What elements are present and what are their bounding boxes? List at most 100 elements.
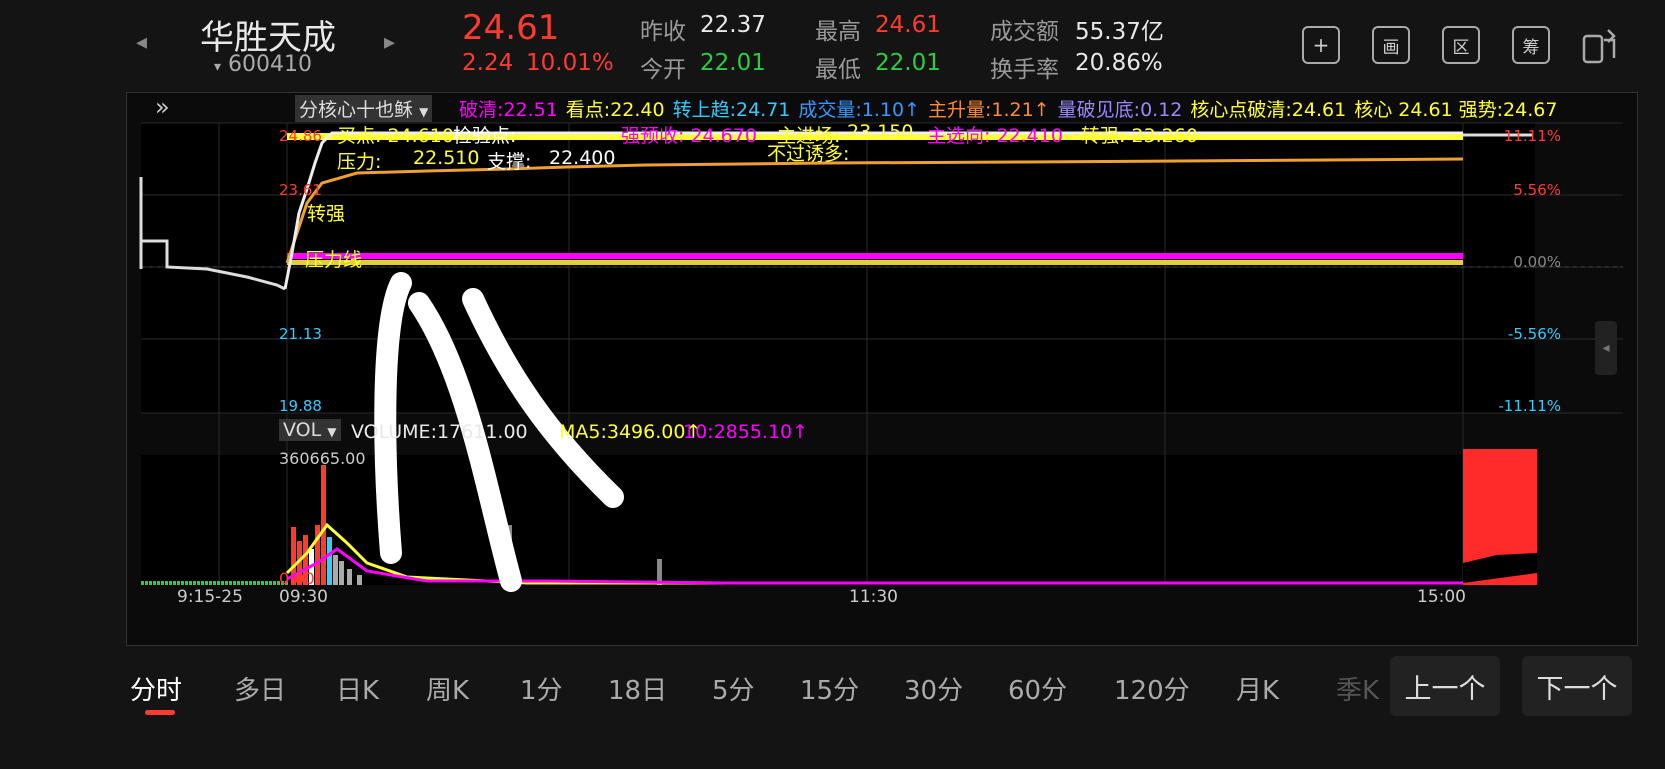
volume-bar [205,581,208,585]
side-collapse-handle[interactable]: ◂ [1595,321,1617,375]
chevron-left-icon: ◂ [1602,340,1610,356]
annotation-item: 强预收: 24.670 [621,125,757,147]
volume-bar [149,581,152,585]
volume-bar [253,581,256,585]
add-icon[interactable]: + [1302,26,1340,64]
time-label-open: 09:30 [279,587,328,607]
stat-value: 22.01 [700,50,766,76]
tab-0[interactable]: 分时 [130,670,182,707]
volume-bar [161,581,164,585]
price-tick-left: 23.61 [279,181,322,199]
tab-12[interactable]: 季K [1336,670,1379,707]
chips-icon[interactable]: 筹 [1512,26,1550,64]
volume-bar [153,581,156,585]
draw-icon[interactable]: 画 [1372,26,1410,64]
volume-bar [347,569,352,585]
volume-bar [185,581,188,585]
volume-panel-bg [141,455,1535,585]
annotation-item: 主选向: 22.410 [927,125,1063,147]
annotation-item: 检验点: [453,125,517,147]
volume-bar [177,581,180,585]
indicator-selector-label: 分核心十也稣 [299,99,414,121]
expand-indicators-icon[interactable]: » [155,93,170,121]
volume-bar [257,581,260,585]
tab-11[interactable]: 月K [1236,670,1279,707]
tab-8[interactable]: 30分 [904,670,963,707]
time-label-close: 15:00 [1417,587,1466,607]
volume-bar [169,581,172,585]
next-stock-arrow[interactable]: ▸ [384,30,395,55]
volume-bar [181,581,184,585]
annotation-item: 转强: 23.260 [1081,125,1198,147]
chart-panel[interactable]: » 分核心十也稣 ▼ 破清:22.51 看点:22.40 转上趋:24.71 成交量:… [126,92,1638,646]
stat-label: 换手率 [990,57,1059,83]
volume-value: VOLUME:17611.00 [351,421,528,443]
volume-bar [269,581,272,585]
stat-value: 22.01 [875,50,941,76]
volume-bar [265,581,268,585]
stat-value: 55.37亿 [1075,19,1164,45]
yellow-level-line [287,260,1463,265]
tab-2[interactable]: 日K [336,670,379,707]
switch-device-icon[interactable] [1580,26,1620,70]
indicator-item: 主升量:1.21↑ [928,99,1050,121]
tab-6[interactable]: 5分 [712,670,755,707]
volume-bar [237,581,240,585]
volume-bar [273,581,276,585]
volume-bar [327,537,332,585]
volume-selector[interactable]: VOL ▼ [279,419,341,441]
volume-bar [209,581,212,585]
indicator-selector[interactable]: 分核心十也稣 ▼ [295,95,433,122]
indicator-item: 量破见底:0.12 [1057,99,1183,121]
volume-bar [165,581,168,585]
indicator-item: 核心 24.61 强势:24.67 [1354,99,1558,121]
time-label-preopen: 9:15-25 [177,587,243,607]
annotation-item: 23.150 [847,121,914,143]
chevron-down-icon: ▼ [327,425,337,439]
volume-selector-label: VOL [283,419,322,441]
ma5-value: MA5:3496.00↑ [559,421,702,443]
annotation-item: 买点: 24.610 [337,125,454,147]
price-tick-left: 19.88 [279,397,322,415]
range-icon[interactable]: 区 [1442,26,1480,64]
volume-zero-label: 0.00 [279,569,315,588]
pct-tick-right: 0.00% [1513,253,1561,271]
volume-bar [333,555,338,585]
stat-label: 今开 [640,57,686,83]
volume-bar [201,581,204,585]
stat-value: 24.61 [875,12,941,38]
pressure-label: 压力: [337,151,382,173]
volume-bar [141,581,144,585]
stock-code[interactable]: ▾ 600410 [214,52,312,77]
stock-code-value: 600410 [228,52,313,77]
prev-stock-button[interactable]: 上一个 [1390,656,1500,716]
pct-tick-right: 11.11% [1503,127,1561,145]
tab-10[interactable]: 120分 [1114,670,1190,707]
tab-7[interactable]: 15分 [800,670,859,707]
tab-5[interactable]: 18日 [608,670,667,707]
pressure-line-label: 压力线 [305,249,363,271]
tab-3[interactable]: 周K [426,670,469,707]
volume-bar [213,581,216,585]
stat-value: 22.37 [700,12,766,38]
indicator-values: 破清:22.51 看点:22.40 转上趋:24.71 成交量:1.10↑ 主升量:1.… [459,95,1565,122]
tab-4[interactable]: 1分 [520,670,563,707]
price-change-pct: 10.01% [526,50,614,76]
volume-bar [241,581,244,585]
stat-label: 成交额 [990,19,1059,45]
volume-bar [249,581,252,585]
prev-stock-arrow[interactable]: ◂ [136,30,147,55]
not-trap-label: 不过诱多: [767,143,850,165]
volume-bar [357,575,362,585]
tab-9[interactable]: 60分 [1008,670,1067,707]
next-stock-button[interactable]: 下一个 [1522,656,1632,716]
volume-max-label: 360665.00 [279,449,366,468]
intraday-chart-svg[interactable] [127,93,1637,645]
current-price: 24.61 [462,8,560,48]
tab-1[interactable]: 多日 [234,670,286,707]
volume-bar [233,581,236,585]
active-tab-indicator [145,710,175,715]
support-label: 支撑: [487,151,532,173]
support-value: 22.400 [549,147,616,169]
time-label-midday: 11:30 [849,587,898,607]
